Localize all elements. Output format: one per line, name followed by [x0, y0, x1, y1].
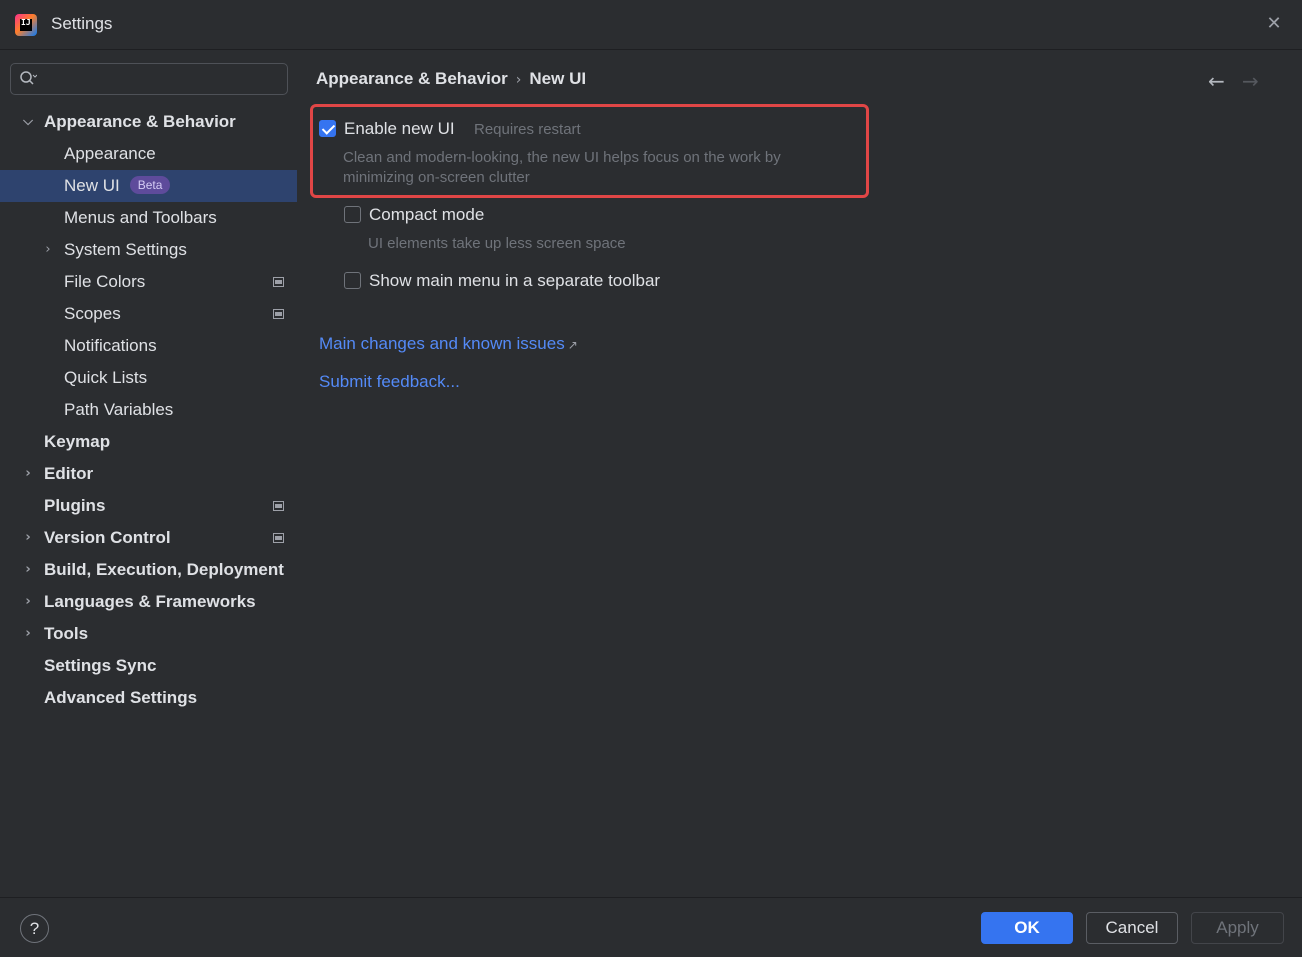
main-changes-link[interactable]: Main changes and known issues ↗: [319, 334, 578, 354]
tree-item-label: Editor: [44, 464, 94, 483]
tree-item-label: Quick Lists: [64, 368, 148, 387]
submit-feedback-link[interactable]: Submit feedback...: [319, 372, 460, 392]
project-level-icon: [273, 277, 284, 287]
tree-item-label: Tools: [44, 624, 89, 643]
tree-item-system-settings[interactable]: › System Settings: [0, 234, 298, 266]
main-menu-toolbar-label[interactable]: Show main menu in a separate toolbar: [369, 271, 660, 291]
tree-item-advanced-settings[interactable]: Advanced Settings: [0, 682, 298, 714]
external-link-icon: ↗: [567, 338, 578, 352]
tree-item-new-ui[interactable]: New UI Beta: [0, 170, 297, 202]
tree-item-text: New UI: [64, 176, 120, 195]
compact-mode-checkbox[interactable]: [344, 206, 361, 223]
tree-item-scopes[interactable]: Scopes: [0, 298, 298, 330]
breadcrumb-current: New UI: [529, 69, 587, 88]
chevron-down-icon[interactable]: ⌵: [20, 106, 36, 138]
main-changes-link-text[interactable]: Main changes and known issues: [319, 334, 565, 353]
close-icon[interactable]: ✕: [1264, 14, 1284, 34]
chevron-right-icon[interactable]: ›: [20, 522, 36, 554]
chevron-right-icon[interactable]: ›: [20, 618, 36, 650]
tree-item-languages-frameworks[interactable]: › Languages & Frameworks: [0, 586, 298, 618]
main-menu-toolbar-checkbox[interactable]: [344, 272, 361, 289]
tree-item-label: Keymap: [44, 432, 111, 451]
tree-item-quick-lists[interactable]: Quick Lists: [0, 362, 298, 394]
settings-content: Appearance & Behavior › New UI ← → Enable …: [298, 51, 1302, 897]
tree-item-notifications[interactable]: Notifications: [0, 330, 298, 362]
chevron-right-icon[interactable]: ›: [40, 234, 56, 266]
breadcrumb-parent[interactable]: Appearance & Behavior: [316, 69, 508, 88]
tree-item-label: Advanced Settings: [44, 688, 198, 707]
tree-item-version-control[interactable]: › Version Control: [0, 522, 298, 554]
project-level-icon: [273, 533, 284, 543]
tree-item-appearance-behavior[interactable]: ⌵ Appearance & Behavior: [0, 106, 298, 138]
tree-item-label: Path Variables: [64, 400, 174, 419]
dialog-footer: ? OK Cancel Apply: [0, 897, 1302, 957]
compact-mode-description: UI elements take up less screen space: [368, 235, 626, 252]
enable-new-ui-label[interactable]: Enable new UI: [344, 119, 455, 139]
tree-item-plugins[interactable]: Plugins: [0, 490, 298, 522]
settings-sidebar: ⌵ Appearance & Behavior Appearance New U…: [0, 51, 298, 897]
search-icon: [20, 71, 37, 85]
tree-item-label: Appearance: [64, 144, 156, 163]
compact-mode-label[interactable]: Compact mode: [369, 205, 484, 225]
tree-item-path-variables[interactable]: Path Variables: [0, 394, 298, 426]
beta-badge: Beta: [129, 176, 171, 194]
settings-tree: ⌵ Appearance & Behavior Appearance New U…: [0, 106, 298, 714]
tree-item-label: Menus and Toolbars: [64, 208, 217, 227]
tree-item-appearance[interactable]: Appearance: [0, 138, 298, 170]
requires-restart-hint: Requires restart: [474, 121, 581, 138]
chevron-right-icon[interactable]: ›: [20, 586, 36, 618]
breadcrumb-separator: ›: [515, 72, 522, 88]
window-title: Settings: [51, 14, 113, 33]
tree-item-settings-sync[interactable]: Settings Sync: [0, 650, 298, 682]
search-field[interactable]: [10, 63, 288, 95]
cancel-button[interactable]: Cancel: [1086, 912, 1178, 944]
breadcrumb: Appearance & Behavior › New UI: [316, 69, 586, 89]
title-bar: IJ Settings ✕: [0, 0, 1302, 50]
tree-item-label: Appearance & Behavior: [44, 112, 236, 131]
project-level-icon: [273, 309, 284, 319]
project-level-icon: [273, 501, 284, 511]
tree-item-label: Scopes: [64, 304, 121, 323]
tree-item-label: Build, Execution, Deployment: [44, 560, 284, 579]
tree-item-menus-toolbars[interactable]: Menus and Toolbars: [0, 202, 298, 234]
help-button[interactable]: ?: [20, 914, 49, 943]
enable-new-ui-description-line1: Clean and modern-looking, the new UI hel…: [343, 149, 781, 166]
enable-new-ui-description-line2: minimizing on-screen clutter: [343, 169, 530, 186]
back-arrow-icon[interactable]: ←: [1208, 69, 1225, 93]
tree-item-file-colors[interactable]: File Colors: [0, 266, 298, 298]
tree-item-keymap[interactable]: Keymap: [0, 426, 298, 458]
enable-new-ui-checkbox[interactable]: [319, 120, 336, 137]
tree-item-label: Languages & Frameworks: [44, 592, 256, 611]
tree-item-label: Version Control: [44, 528, 171, 547]
tree-item-tools[interactable]: › Tools: [0, 618, 298, 650]
tree-item-label: Notifications: [64, 336, 157, 355]
forward-arrow-icon[interactable]: →: [1242, 69, 1259, 93]
chevron-right-icon[interactable]: ›: [20, 554, 36, 586]
tree-item-build-execution-deployment[interactable]: › Build, Execution, Deployment: [0, 554, 298, 586]
apply-button[interactable]: Apply: [1191, 912, 1284, 944]
tree-item-label: System Settings: [64, 240, 187, 259]
tree-item-label: Plugins: [44, 496, 106, 515]
tree-item-label: File Colors: [64, 272, 146, 291]
ok-button[interactable]: OK: [981, 912, 1073, 944]
tree-item-label: New UI Beta: [64, 170, 171, 202]
intellij-logo-icon: IJ: [15, 14, 37, 36]
tree-item-editor[interactable]: › Editor: [0, 458, 298, 490]
tree-item-label: Settings Sync: [44, 656, 157, 675]
chevron-right-icon[interactable]: ›: [20, 458, 36, 490]
